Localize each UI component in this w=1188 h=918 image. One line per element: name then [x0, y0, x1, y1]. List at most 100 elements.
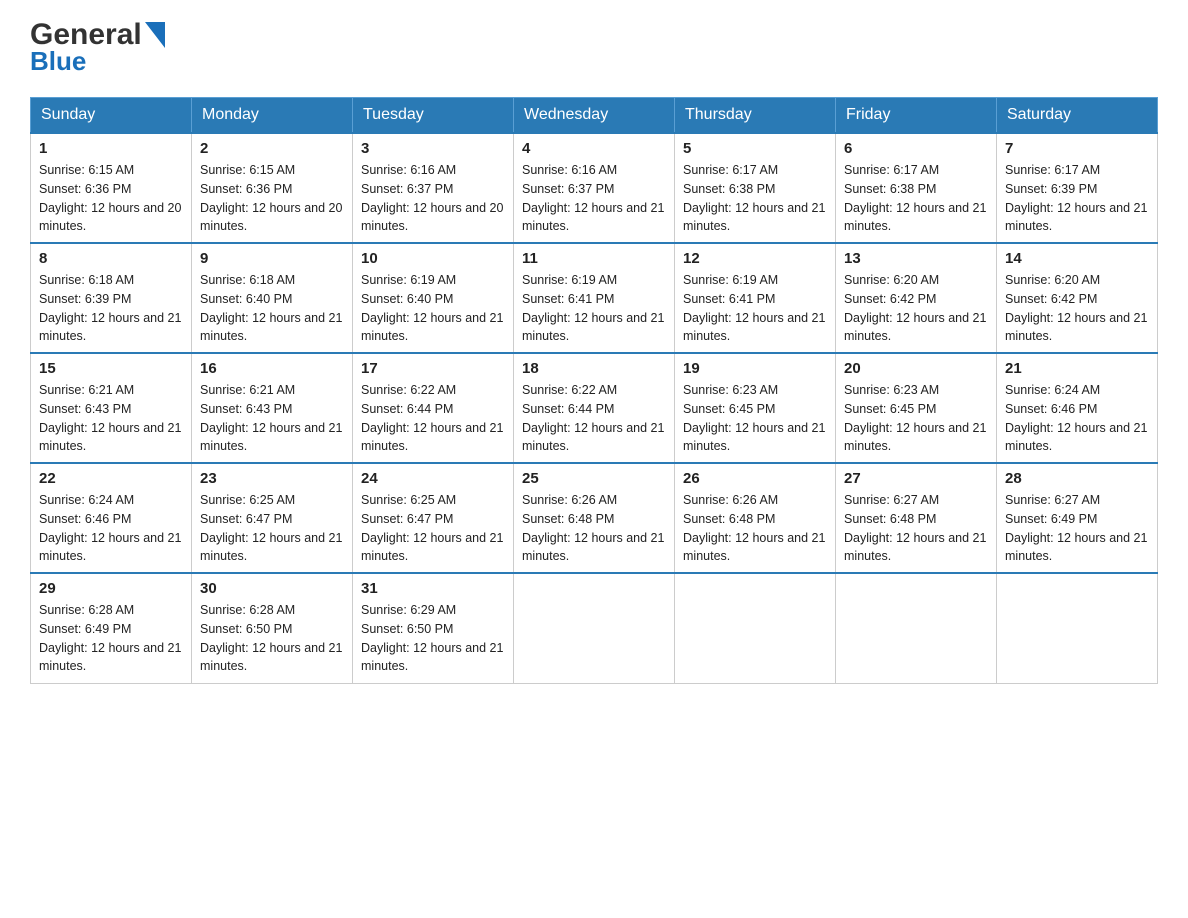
daylight-label: Daylight: 12 hours and 21 minutes.: [361, 641, 503, 674]
day-cell-2: 2 Sunrise: 6:15 AM Sunset: 6:36 PM Dayli…: [192, 133, 353, 243]
daylight-label: Daylight: 12 hours and 21 minutes.: [39, 421, 181, 454]
sunrise-label: Sunrise: 6:19 AM: [522, 273, 617, 287]
sunset-label: Sunset: 6:45 PM: [683, 402, 775, 416]
empty-cell: [836, 573, 997, 683]
sunset-label: Sunset: 6:44 PM: [361, 402, 453, 416]
daylight-label: Daylight: 12 hours and 21 minutes.: [683, 311, 825, 344]
day-cell-18: 18 Sunrise: 6:22 AM Sunset: 6:44 PM Dayl…: [514, 353, 675, 463]
day-number: 18: [522, 360, 666, 377]
sunrise-label: Sunrise: 6:27 AM: [1005, 493, 1100, 507]
day-info: Sunrise: 6:22 AM Sunset: 6:44 PM Dayligh…: [361, 381, 505, 456]
day-number: 14: [1005, 250, 1149, 267]
sunrise-label: Sunrise: 6:20 AM: [1005, 273, 1100, 287]
sunrise-label: Sunrise: 6:21 AM: [39, 383, 134, 397]
day-number: 31: [361, 580, 505, 597]
sunset-label: Sunset: 6:40 PM: [361, 292, 453, 306]
sunset-label: Sunset: 6:46 PM: [39, 512, 131, 526]
day-cell-20: 20 Sunrise: 6:23 AM Sunset: 6:45 PM Dayl…: [836, 353, 997, 463]
page-header: General Blue: [30, 20, 1158, 77]
sunset-label: Sunset: 6:37 PM: [361, 182, 453, 196]
day-cell-15: 15 Sunrise: 6:21 AM Sunset: 6:43 PM Dayl…: [31, 353, 192, 463]
day-info: Sunrise: 6:26 AM Sunset: 6:48 PM Dayligh…: [522, 491, 666, 566]
sunset-label: Sunset: 6:41 PM: [522, 292, 614, 306]
logo: General Blue: [30, 20, 165, 77]
sunset-label: Sunset: 6:44 PM: [522, 402, 614, 416]
daylight-label: Daylight: 12 hours and 21 minutes.: [200, 311, 342, 344]
day-cell-21: 21 Sunrise: 6:24 AM Sunset: 6:46 PM Dayl…: [997, 353, 1158, 463]
sunrise-label: Sunrise: 6:28 AM: [39, 603, 134, 617]
day-info: Sunrise: 6:27 AM Sunset: 6:49 PM Dayligh…: [1005, 491, 1149, 566]
sunset-label: Sunset: 6:43 PM: [39, 402, 131, 416]
sunrise-label: Sunrise: 6:27 AM: [844, 493, 939, 507]
day-number: 24: [361, 470, 505, 487]
calendar-header-row: SundayMondayTuesdayWednesdayThursdayFrid…: [31, 98, 1158, 134]
day-number: 11: [522, 250, 666, 267]
daylight-label: Daylight: 12 hours and 21 minutes.: [683, 421, 825, 454]
day-number: 23: [200, 470, 344, 487]
daylight-label: Daylight: 12 hours and 21 minutes.: [1005, 531, 1147, 564]
sunrise-label: Sunrise: 6:18 AM: [39, 273, 134, 287]
sunrise-label: Sunrise: 6:21 AM: [200, 383, 295, 397]
sunset-label: Sunset: 6:41 PM: [683, 292, 775, 306]
sunrise-label: Sunrise: 6:22 AM: [361, 383, 456, 397]
day-cell-6: 6 Sunrise: 6:17 AM Sunset: 6:38 PM Dayli…: [836, 133, 997, 243]
day-cell-17: 17 Sunrise: 6:22 AM Sunset: 6:44 PM Dayl…: [353, 353, 514, 463]
sunset-label: Sunset: 6:43 PM: [200, 402, 292, 416]
day-cell-9: 9 Sunrise: 6:18 AM Sunset: 6:40 PM Dayli…: [192, 243, 353, 353]
daylight-label: Daylight: 12 hours and 20 minutes.: [361, 201, 503, 234]
sunrise-label: Sunrise: 6:15 AM: [200, 163, 295, 177]
day-number: 25: [522, 470, 666, 487]
day-cell-10: 10 Sunrise: 6:19 AM Sunset: 6:40 PM Dayl…: [353, 243, 514, 353]
day-info: Sunrise: 6:16 AM Sunset: 6:37 PM Dayligh…: [361, 161, 505, 236]
daylight-label: Daylight: 12 hours and 21 minutes.: [200, 421, 342, 454]
sunrise-label: Sunrise: 6:17 AM: [844, 163, 939, 177]
daylight-label: Daylight: 12 hours and 21 minutes.: [39, 311, 181, 344]
day-info: Sunrise: 6:16 AM Sunset: 6:37 PM Dayligh…: [522, 161, 666, 236]
sunrise-label: Sunrise: 6:28 AM: [200, 603, 295, 617]
day-cell-22: 22 Sunrise: 6:24 AM Sunset: 6:46 PM Dayl…: [31, 463, 192, 573]
sunset-label: Sunset: 6:49 PM: [1005, 512, 1097, 526]
daylight-label: Daylight: 12 hours and 21 minutes.: [522, 421, 664, 454]
empty-cell: [675, 573, 836, 683]
day-number: 19: [683, 360, 827, 377]
day-cell-13: 13 Sunrise: 6:20 AM Sunset: 6:42 PM Dayl…: [836, 243, 997, 353]
day-info: Sunrise: 6:17 AM Sunset: 6:38 PM Dayligh…: [844, 161, 988, 236]
col-header-friday: Friday: [836, 98, 997, 134]
sunrise-label: Sunrise: 6:16 AM: [361, 163, 456, 177]
sunset-label: Sunset: 6:39 PM: [1005, 182, 1097, 196]
day-info: Sunrise: 6:26 AM Sunset: 6:48 PM Dayligh…: [683, 491, 827, 566]
day-number: 12: [683, 250, 827, 267]
day-number: 4: [522, 140, 666, 157]
daylight-label: Daylight: 12 hours and 21 minutes.: [844, 201, 986, 234]
day-info: Sunrise: 6:24 AM Sunset: 6:46 PM Dayligh…: [39, 491, 183, 566]
day-cell-25: 25 Sunrise: 6:26 AM Sunset: 6:48 PM Dayl…: [514, 463, 675, 573]
sunset-label: Sunset: 6:36 PM: [200, 182, 292, 196]
sunrise-label: Sunrise: 6:25 AM: [361, 493, 456, 507]
sunrise-label: Sunrise: 6:17 AM: [1005, 163, 1100, 177]
day-info: Sunrise: 6:24 AM Sunset: 6:46 PM Dayligh…: [1005, 381, 1149, 456]
day-number: 5: [683, 140, 827, 157]
day-number: 28: [1005, 470, 1149, 487]
week-row-3: 15 Sunrise: 6:21 AM Sunset: 6:43 PM Dayl…: [31, 353, 1158, 463]
daylight-label: Daylight: 12 hours and 21 minutes.: [39, 641, 181, 674]
day-cell-24: 24 Sunrise: 6:25 AM Sunset: 6:47 PM Dayl…: [353, 463, 514, 573]
sunrise-label: Sunrise: 6:18 AM: [200, 273, 295, 287]
day-info: Sunrise: 6:15 AM Sunset: 6:36 PM Dayligh…: [39, 161, 183, 236]
daylight-label: Daylight: 12 hours and 21 minutes.: [844, 311, 986, 344]
day-info: Sunrise: 6:17 AM Sunset: 6:38 PM Dayligh…: [683, 161, 827, 236]
day-number: 20: [844, 360, 988, 377]
sunrise-label: Sunrise: 6:23 AM: [844, 383, 939, 397]
day-info: Sunrise: 6:20 AM Sunset: 6:42 PM Dayligh…: [1005, 271, 1149, 346]
day-cell-30: 30 Sunrise: 6:28 AM Sunset: 6:50 PM Dayl…: [192, 573, 353, 683]
day-number: 15: [39, 360, 183, 377]
day-cell-27: 27 Sunrise: 6:27 AM Sunset: 6:48 PM Dayl…: [836, 463, 997, 573]
sunset-label: Sunset: 6:46 PM: [1005, 402, 1097, 416]
daylight-label: Daylight: 12 hours and 21 minutes.: [522, 311, 664, 344]
daylight-label: Daylight: 12 hours and 21 minutes.: [522, 201, 664, 234]
day-info: Sunrise: 6:25 AM Sunset: 6:47 PM Dayligh…: [361, 491, 505, 566]
sunrise-label: Sunrise: 6:16 AM: [522, 163, 617, 177]
sunset-label: Sunset: 6:48 PM: [844, 512, 936, 526]
day-info: Sunrise: 6:20 AM Sunset: 6:42 PM Dayligh…: [844, 271, 988, 346]
daylight-label: Daylight: 12 hours and 21 minutes.: [361, 311, 503, 344]
day-number: 3: [361, 140, 505, 157]
